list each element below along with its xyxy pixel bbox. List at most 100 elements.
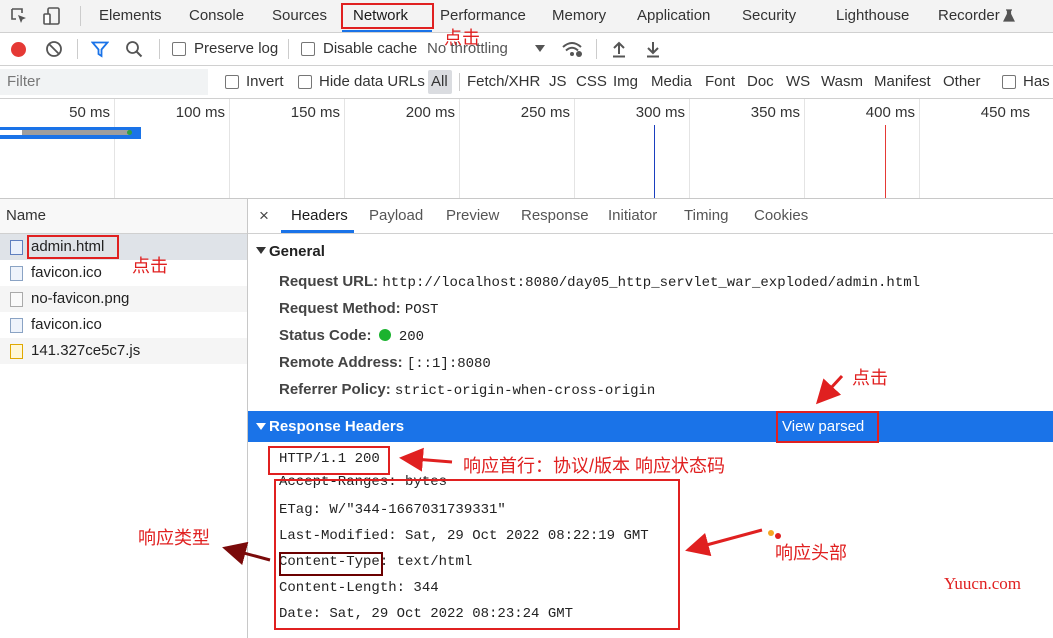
highlight-admin-html bbox=[27, 235, 119, 259]
chevron-down-icon[interactable] bbox=[535, 45, 545, 53]
triangle-down-icon[interactable] bbox=[256, 247, 266, 255]
tab-sources[interactable]: Sources bbox=[272, 0, 327, 32]
disable-cache-checkbox[interactable] bbox=[301, 42, 315, 56]
timeline-tick-label: 200 ms bbox=[405, 104, 455, 121]
timeline-gridline bbox=[574, 99, 575, 198]
tab-payload[interactable]: Payload bbox=[369, 199, 423, 233]
hide-data-urls-label: Hide data URLs bbox=[319, 73, 425, 90]
request-row-favicon-2[interactable]: favicon.ico bbox=[0, 312, 247, 338]
record-icon[interactable] bbox=[10, 41, 27, 58]
response-headers-section-header[interactable]: Response Headers View parsed bbox=[248, 411, 1053, 442]
filter-type-doc[interactable]: Doc bbox=[747, 66, 774, 98]
toolbar-separator bbox=[77, 39, 78, 59]
timeline-gridline bbox=[114, 99, 115, 198]
request-name: favicon.ico bbox=[31, 316, 102, 333]
filter-type-js[interactable]: JS bbox=[549, 66, 567, 98]
clear-icon[interactable] bbox=[45, 40, 63, 58]
tab-application[interactable]: Application bbox=[637, 0, 710, 32]
image-file-icon bbox=[10, 266, 23, 281]
request-name: favicon.ico bbox=[31, 264, 102, 281]
request-name: 141.327ce5c7.js bbox=[31, 342, 141, 359]
toolbar-separator bbox=[159, 39, 160, 59]
triangle-down-icon bbox=[256, 423, 266, 430]
filter-type-manifest[interactable]: Manifest bbox=[874, 66, 931, 98]
status-ok-icon bbox=[378, 329, 391, 341]
filter-bar: Filter Invert Hide data URLs All Fetch/X… bbox=[0, 66, 1053, 99]
timeline-tick-label: 300 ms bbox=[635, 104, 685, 121]
filter-type-css[interactable]: CSS bbox=[576, 66, 607, 98]
filter-type-all[interactable]: All bbox=[431, 66, 448, 98]
import-har-icon[interactable] bbox=[611, 40, 627, 58]
annotation-click-view-parsed: 点击 bbox=[852, 368, 888, 388]
filter-type-other[interactable]: Other bbox=[943, 66, 981, 98]
tab-recorder[interactable]: Recorder bbox=[938, 0, 1000, 32]
tab-console[interactable]: Console bbox=[189, 0, 244, 32]
annotation-response-headers: 响应头部 bbox=[775, 543, 847, 563]
network-toolbar: Preserve log Disable cache No throttling bbox=[0, 33, 1053, 66]
timeline-overview[interactable]: 50 ms 100 ms 150 ms 200 ms 250 ms 300 ms… bbox=[0, 99, 1053, 199]
tab-elements[interactable]: Elements bbox=[99, 0, 162, 32]
request-name: no-favicon.png bbox=[31, 290, 130, 307]
filter-type-fetch-xhr[interactable]: Fetch/XHR bbox=[467, 66, 540, 98]
close-details-icon[interactable]: × bbox=[259, 199, 269, 233]
response-headers-title: Response Headers bbox=[269, 418, 405, 435]
tab-headers[interactable]: Headers bbox=[291, 199, 348, 233]
inspect-element-icon[interactable] bbox=[10, 7, 28, 25]
invert-label: Invert bbox=[246, 73, 284, 90]
hide-data-urls-checkbox[interactable] bbox=[298, 75, 312, 89]
toolbar-separator bbox=[288, 39, 289, 59]
timeline-gridline bbox=[919, 99, 920, 198]
network-conditions-icon[interactable] bbox=[561, 40, 583, 58]
tab-network-active-indicator bbox=[342, 30, 432, 32]
name-column-header: Name bbox=[6, 207, 47, 224]
request-row-favicon[interactable]: favicon.ico bbox=[0, 260, 247, 286]
preserve-log-checkbox[interactable] bbox=[172, 42, 186, 56]
timeline-gridline bbox=[689, 99, 690, 198]
filter-input[interactable]: Filter bbox=[0, 69, 208, 95]
tab-headers-active-indicator bbox=[281, 230, 354, 233]
tab-security[interactable]: Security bbox=[742, 0, 796, 32]
tabbar-separator bbox=[80, 6, 81, 26]
referrer-policy-label: Referrer Policy: bbox=[279, 381, 391, 398]
timeline-tick-label: 250 ms bbox=[520, 104, 570, 121]
filter-type-ws[interactable]: WS bbox=[786, 66, 810, 98]
status-code-value: 200 bbox=[398, 329, 425, 345]
highlight-network-tab bbox=[341, 3, 434, 29]
tab-memory[interactable]: Memory bbox=[552, 0, 606, 32]
dom-content-loaded-marker bbox=[654, 125, 655, 198]
filter-type-wasm[interactable]: Wasm bbox=[821, 66, 863, 98]
has-blocked-checkbox[interactable] bbox=[1002, 75, 1016, 89]
timeline-request-bar bbox=[22, 130, 130, 135]
filter-type-font[interactable]: Font bbox=[705, 66, 735, 98]
file-icon bbox=[10, 292, 23, 307]
timeline-tick-label: 350 ms bbox=[750, 104, 800, 121]
filter-icon[interactable] bbox=[91, 41, 109, 58]
filter-type-media[interactable]: Media bbox=[651, 66, 692, 98]
request-list-header[interactable]: Name bbox=[0, 199, 247, 234]
general-section-title[interactable]: General bbox=[269, 239, 325, 265]
remote-address-row: Remote Address: [::1]:8080 bbox=[279, 350, 491, 376]
timeline-gridline bbox=[459, 99, 460, 198]
tab-response[interactable]: Response bbox=[521, 199, 589, 233]
devtools-tabbar: Elements Console Sources Network Perform… bbox=[0, 0, 1053, 33]
timeline-tick-label: 100 ms bbox=[175, 104, 225, 121]
request-row-no-favicon[interactable]: no-favicon.png bbox=[0, 286, 247, 312]
search-icon[interactable] bbox=[125, 40, 143, 58]
watermark: Yuucn.com bbox=[944, 574, 1021, 593]
highlight-content-type bbox=[279, 552, 383, 576]
export-har-icon[interactable] bbox=[645, 40, 661, 58]
request-row-js[interactable]: 141.327ce5c7.js bbox=[0, 338, 247, 364]
invert-checkbox[interactable] bbox=[225, 75, 239, 89]
tab-cookies[interactable]: Cookies bbox=[754, 199, 808, 233]
tab-lighthouse[interactable]: Lighthouse bbox=[836, 0, 909, 32]
tab-initiator[interactable]: Initiator bbox=[608, 199, 657, 233]
filter-type-img[interactable]: Img bbox=[613, 66, 638, 98]
annotation-click-admin: 点击 bbox=[132, 256, 168, 276]
tab-preview[interactable]: Preview bbox=[446, 199, 499, 233]
tab-timing[interactable]: Timing bbox=[684, 199, 728, 233]
timeline-tick-label: 50 ms bbox=[69, 104, 110, 121]
remote-address-label: Remote Address: bbox=[279, 354, 403, 371]
device-toolbar-icon[interactable] bbox=[42, 6, 62, 26]
preserve-log-label: Preserve log bbox=[194, 40, 279, 57]
status-code-label: Status Code: bbox=[279, 327, 372, 344]
